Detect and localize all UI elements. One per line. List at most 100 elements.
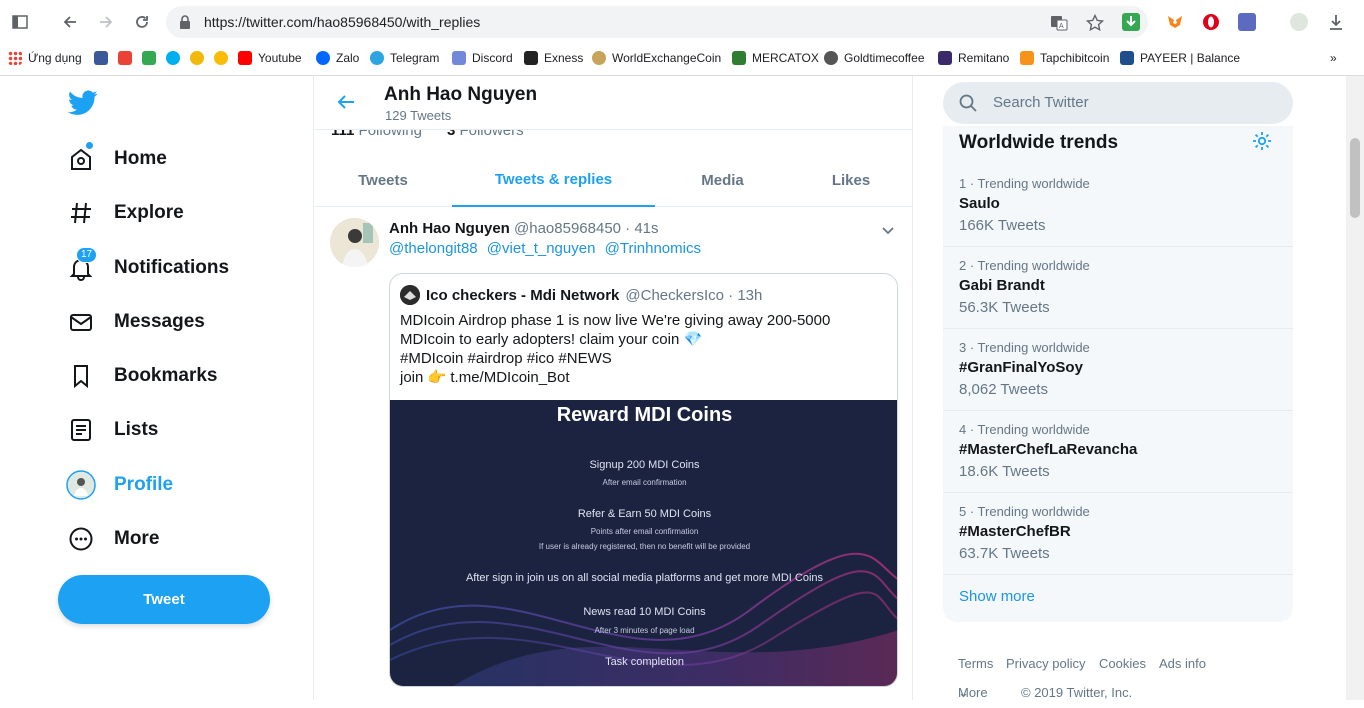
trend-meta: 4 · Trending worldwide <box>959 422 1090 437</box>
notification-count-badge: 17 <box>76 247 98 263</box>
tweet-author-avatar[interactable] <box>330 218 379 267</box>
reload-icon[interactable] <box>132 12 152 32</box>
address-bar[interactable]: https://twitter.com/hao85968450/with_rep… <box>166 6 1148 38</box>
tab-likes[interactable]: Likes <box>790 154 912 207</box>
chevron-down-icon[interactable] <box>880 222 896 238</box>
right-sidebar: Search Twitter Worldwide trends 1 · Tren… <box>913 76 1364 700</box>
star-icon[interactable] <box>1085 13 1105 32</box>
trend-meta: 1 · Trending worldwide <box>959 176 1090 191</box>
bookmark-chrome[interactable] <box>214 51 234 65</box>
quoted-text-line: MDIcoin Airdrop phase 1 is now live We'r… <box>400 312 831 329</box>
bookmark-zalo[interactable]: Zalo <box>316 51 359 65</box>
bookmark-gmail[interactable] <box>118 51 138 65</box>
trend-item[interactable]: 4 · Trending worldwide #MasterChefLaReva… <box>943 411 1293 493</box>
tweet-header: Anh Hao Nguyen @hao85968450 · 41s <box>389 220 659 237</box>
bookmark-mercatox[interactable]: MERCATOX <box>732 51 819 65</box>
search-box[interactable]: Search Twitter <box>943 82 1293 124</box>
bell-icon: 17 <box>66 247 98 283</box>
back-arrow-icon[interactable] <box>334 90 358 114</box>
nav-notifications-label: Notifications <box>114 257 230 278</box>
promo-subline: After 3 minutes of page load <box>594 626 695 635</box>
bookmark-payeer[interactable]: PAYEER | Balance <box>1120 51 1240 65</box>
bookmark-coin[interactable] <box>190 51 210 65</box>
mention-link[interactable]: @thelongit88 <box>389 240 478 257</box>
scrollbar-thumb[interactable] <box>1350 138 1360 218</box>
extension-icon[interactable] <box>1238 13 1256 31</box>
nav-more[interactable]: More <box>66 519 159 559</box>
bookmark-worldexchangecoin[interactable]: WorldExchangeCoin <box>592 51 721 65</box>
bookmark-tapchibitcoin[interactable]: Tapchibitcoin <box>1020 51 1109 65</box>
chrome-icon <box>214 51 228 65</box>
back-nav-icon[interactable] <box>60 12 80 32</box>
nav-home[interactable]: Home <box>66 139 167 179</box>
tweet[interactable]: Anh Hao Nguyen @hao85968450 · 41s @thelo… <box>314 208 912 708</box>
nav-explore[interactable]: Explore <box>66 193 184 233</box>
quoted-tweet[interactable]: Ico checkers - Mdi Network @CheckersIco … <box>389 273 898 687</box>
mention-link[interactable]: @Trinhnomics <box>605 240 701 257</box>
left-navigation: Home Explore 17 Notifications Messages B… <box>0 76 313 700</box>
search-input[interactable]: Search Twitter <box>993 94 1089 111</box>
payeer-icon <box>1120 51 1134 65</box>
trend-item[interactable]: 1 · Trending worldwide Saulo 166K Tweets <box>943 165 1293 247</box>
tweet-button[interactable]: Tweet <box>58 575 270 624</box>
trend-item[interactable]: 3 · Trending worldwide #GranFinalYoSoy 8… <box>943 329 1293 411</box>
bookmark-discord[interactable]: Discord <box>452 51 513 65</box>
bookmarks-overflow-button[interactable]: » <box>1330 51 1337 65</box>
trends-panel: Worldwide trends 1 · Trending worldwide … <box>943 126 1293 622</box>
trend-meta: 5 · Trending worldwide <box>959 504 1090 519</box>
trend-item[interactable]: 5 · Trending worldwide #MasterChefBR 63.… <box>943 493 1293 575</box>
trend-item[interactable]: 2 · Trending worldwide Gabi Brandt 56.3K… <box>943 247 1293 329</box>
sidebar-toggle-icon[interactable] <box>10 12 30 32</box>
nav-profile-label: Profile <box>114 474 174 495</box>
gear-icon[interactable] <box>1251 130 1273 152</box>
tweet-mentions: @thelongit88 @viet_t_nguyen @Trinhnomics <box>389 240 706 257</box>
twitter-logo-icon[interactable] <box>67 90 98 116</box>
skype-icon <box>166 51 180 65</box>
nav-notifications[interactable]: 17 Notifications <box>66 247 230 288</box>
footer-link-terms[interactable]: Terms <box>958 656 993 671</box>
bookmark-youtube[interactable]: Youtube <box>238 51 302 65</box>
bookmark-apps[interactable]: Ứng dụng <box>8 51 82 65</box>
opera-icon[interactable] <box>1202 13 1220 31</box>
translate-icon[interactable]: A <box>1050 14 1068 32</box>
zalo-icon <box>316 51 330 65</box>
page-scrollbar[interactable] <box>1346 76 1364 700</box>
tab-tweets-replies[interactable]: Tweets & replies <box>452 154 655 207</box>
footer-link-cookies[interactable]: Cookies <box>1099 656 1146 671</box>
trend-name: Gabi Brandt <box>959 277 1045 294</box>
profile-avatar-icon[interactable] <box>1290 13 1308 31</box>
search-icon <box>959 94 977 112</box>
metamask-icon[interactable] <box>1166 13 1184 31</box>
footer-link-privacy[interactable]: Privacy policy <box>1006 656 1085 671</box>
tab-media[interactable]: Media <box>655 154 790 207</box>
nav-home-label: Home <box>114 148 167 169</box>
copyright-text: © 2019 Twitter, Inc. <box>1021 685 1133 700</box>
bookmark-skype[interactable] <box>166 51 186 65</box>
nav-profile[interactable]: Profile <box>66 465 173 505</box>
nav-more-label: More <box>114 528 160 549</box>
forward-nav-icon[interactable] <box>96 12 116 32</box>
trend-name: #GranFinalYoSoy <box>959 359 1083 376</box>
bookmark-goldtimecoffee[interactable]: Goldtimecoffee <box>824 51 925 65</box>
avatar-icon <box>66 470 96 500</box>
quoted-handle-time: @CheckersIco · 13h <box>625 286 763 304</box>
profile-header-bar: Anh Hao Nguyen 129 Tweets <box>314 76 912 130</box>
tweet-count: 129 Tweets <box>385 108 452 123</box>
nav-messages[interactable]: Messages <box>66 302 205 342</box>
download-icon[interactable] <box>1326 12 1346 32</box>
bookmark-facebook[interactable] <box>94 51 114 65</box>
download-extension-icon[interactable] <box>1122 13 1140 31</box>
bookmark-exness[interactable]: Exness <box>524 51 583 65</box>
nav-bookmarks[interactable]: Bookmarks <box>66 356 218 396</box>
bookmark-remitano[interactable]: Remitano <box>938 51 1009 65</box>
tab-tweets[interactable]: Tweets <box>314 154 452 207</box>
promo-line: Task completion <box>605 656 684 668</box>
nav-lists[interactable]: Lists <box>66 410 158 450</box>
bookmark-drive[interactable] <box>142 51 162 65</box>
show-more-link[interactable]: Show more <box>959 588 1035 605</box>
tweet-author-name[interactable]: Anh Hao Nguyen <box>389 220 510 237</box>
mention-link[interactable]: @viet_t_nguyen <box>487 240 596 257</box>
bookmark-telegram[interactable]: Telegram <box>370 51 439 65</box>
footer-link-ads-info[interactable]: Ads info <box>1159 656 1206 671</box>
quoted-tweet-image[interactable]: Reward MDI Coins Signup 200 MDI Coins Af… <box>390 400 897 686</box>
